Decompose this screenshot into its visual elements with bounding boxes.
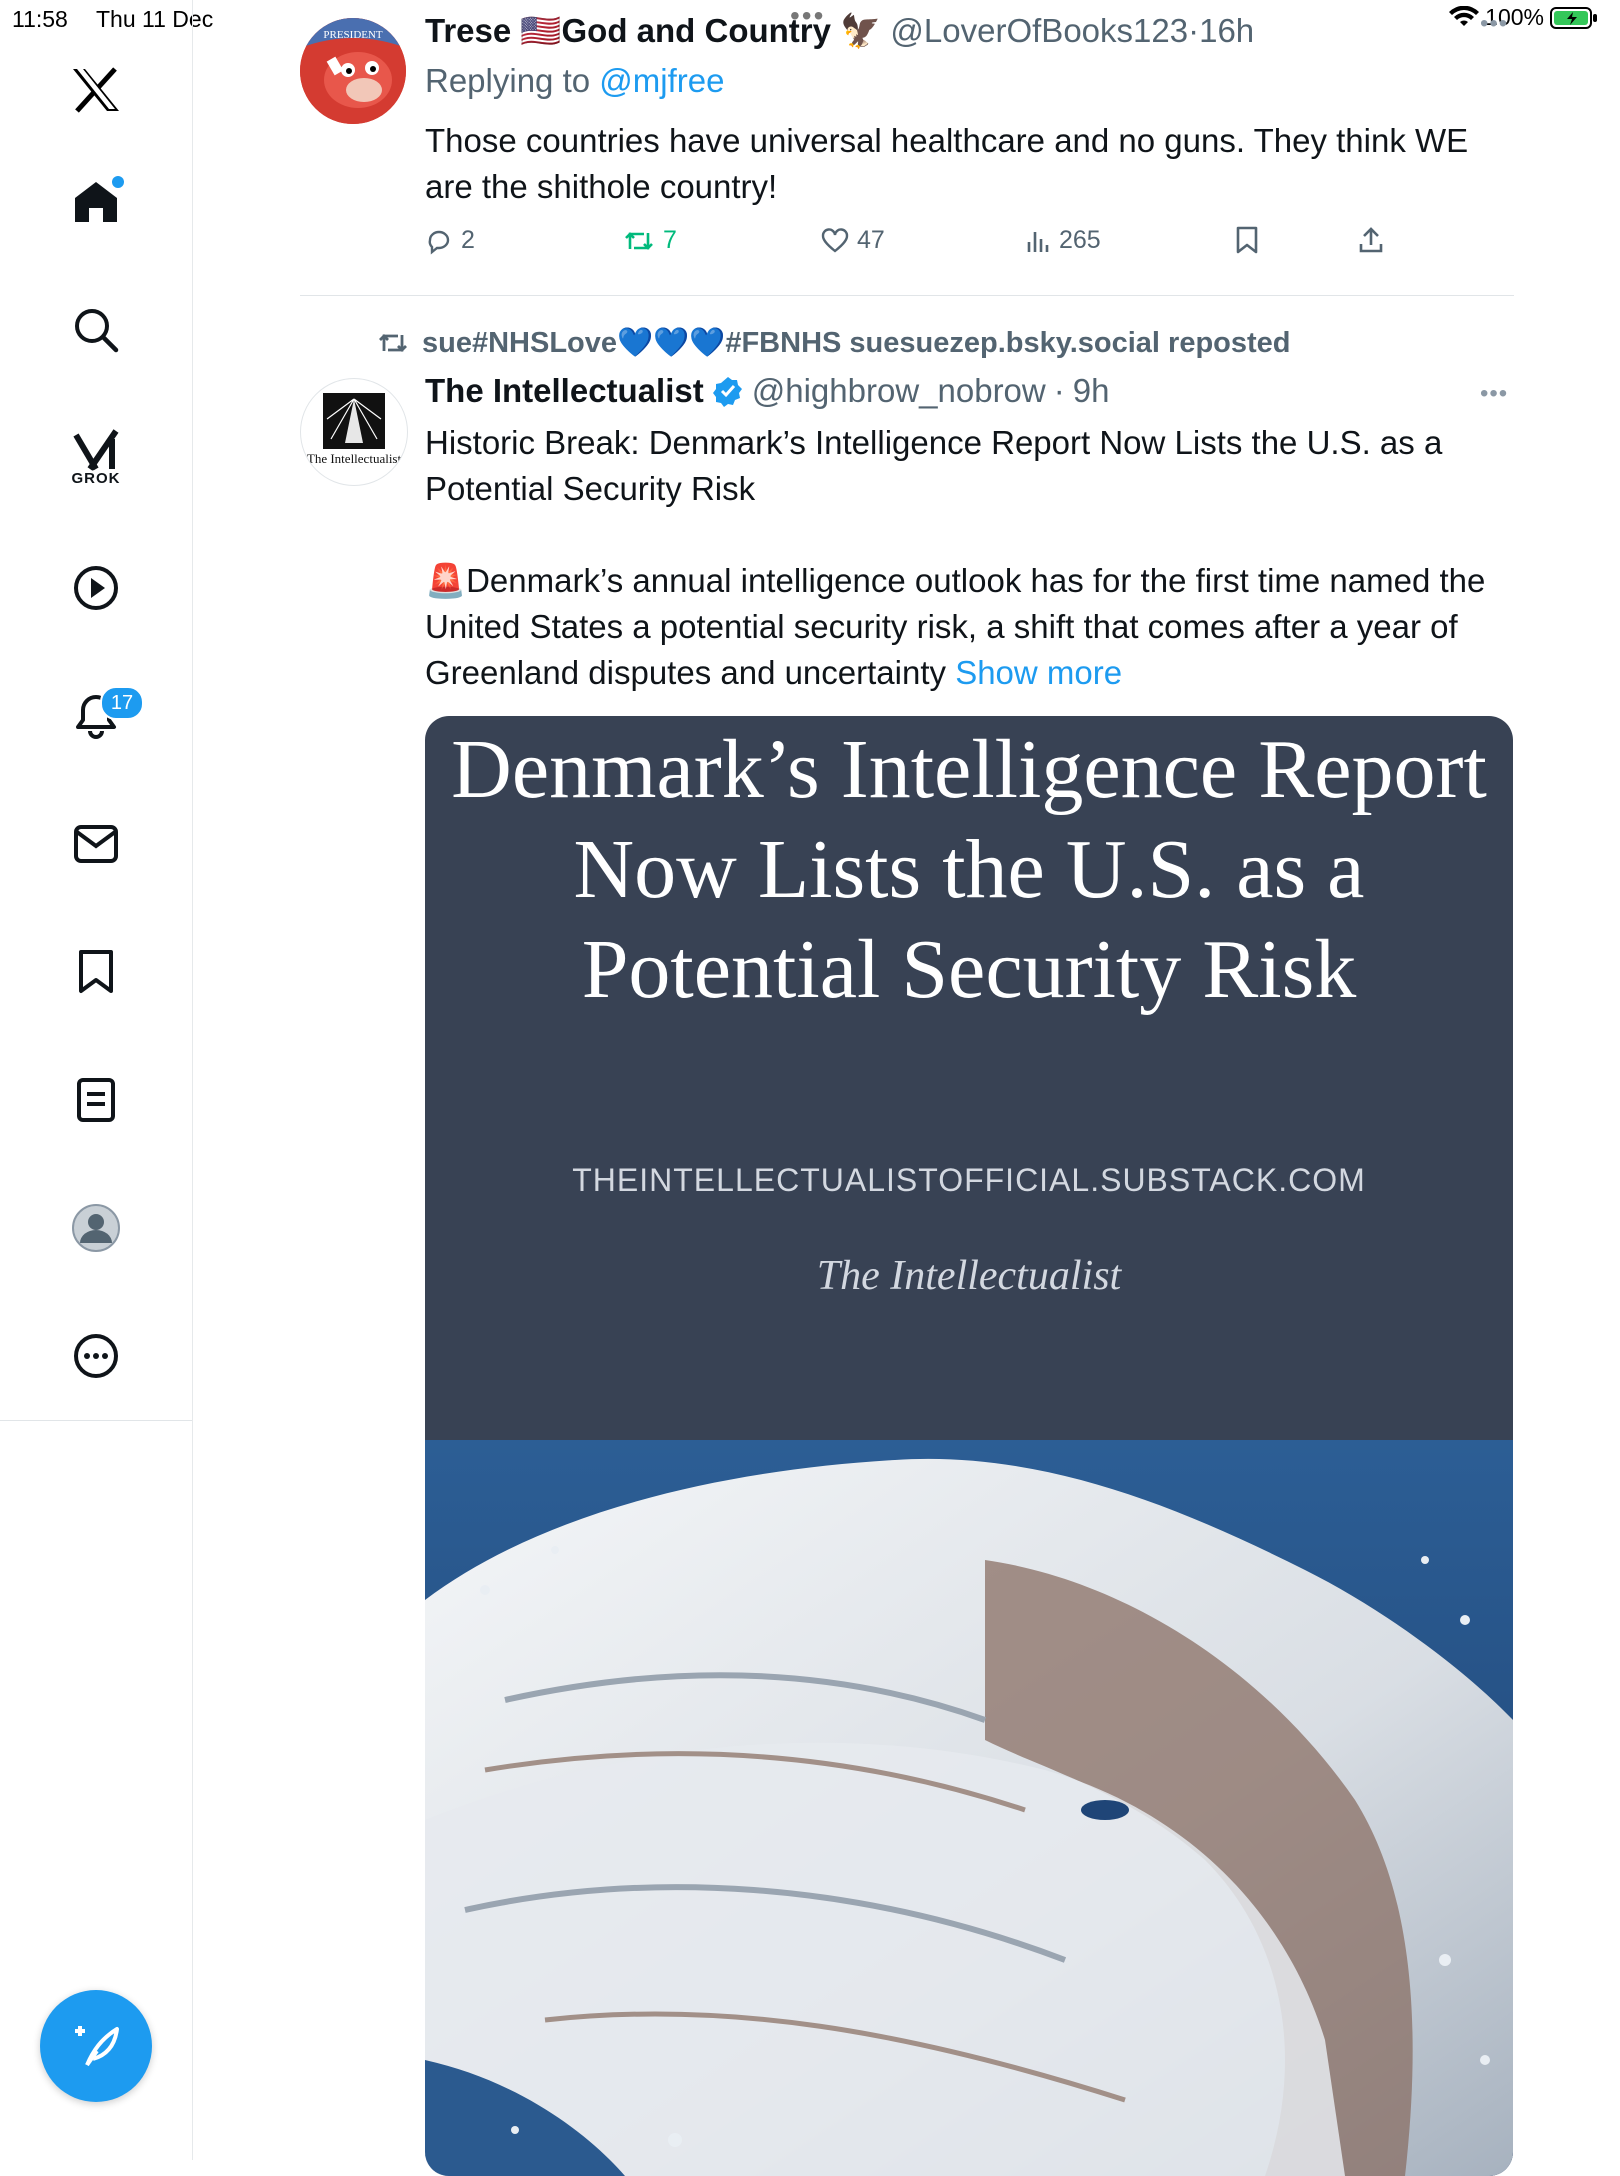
- messages-icon[interactable]: [48, 804, 144, 884]
- tweet1-time[interactable]: 16h: [1199, 12, 1254, 49]
- lists-icon[interactable]: [48, 1060, 144, 1140]
- grok-label: GROK: [71, 470, 121, 487]
- views-button[interactable]: 265: [1025, 226, 1101, 255]
- tweet1-more-icon[interactable]: •••: [1480, 10, 1508, 38]
- tweet2-more-icon[interactable]: •••: [1480, 380, 1508, 408]
- tweet2-time[interactable]: 9h: [1073, 372, 1110, 410]
- notifications-badge: 17: [100, 686, 144, 720]
- tweet2-avatar-text: The Intellectualist: [307, 451, 402, 466]
- views-count: 265: [1059, 226, 1101, 254]
- repost-context: sue#NHSLove💙💙💙#FBNHS suesuezep.bsky.soci…: [376, 326, 1291, 360]
- search-icon[interactable]: [48, 290, 144, 370]
- show-more-link[interactable]: Show more: [955, 654, 1122, 691]
- tweet2-author-name[interactable]: The Intellectualist: [425, 372, 704, 410]
- replying-prefix: Replying to: [425, 62, 600, 99]
- heart-icon: [821, 227, 849, 253]
- sidebar-divider: [0, 1420, 192, 1421]
- verified-badge-icon: [712, 377, 742, 407]
- compose-button[interactable]: [40, 1990, 152, 2102]
- grok-icon[interactable]: GROK: [48, 418, 144, 498]
- notifications-icon[interactable]: 17: [48, 676, 144, 756]
- reply-count: 2: [461, 226, 475, 254]
- media-site: THEINTELLECTUALISTOFFICIAL.SUBSTACK.COM: [572, 1162, 1366, 1198]
- repost-context-text[interactable]: sue#NHSLove💙💙💙#FBNHS suesuezep.bsky.soci…: [422, 326, 1291, 360]
- bookmark-button[interactable]: [1235, 226, 1259, 254]
- eagle-emoji-icon: 🦅: [840, 12, 882, 49]
- like-button[interactable]: 47: [821, 226, 885, 255]
- compose-feather-icon: [75, 2026, 119, 2067]
- tweet2-media[interactable]: Denmark’s Intelligence Report Now Lists …: [425, 716, 1513, 2176]
- video-icon[interactable]: [48, 548, 144, 628]
- repost-button[interactable]: 7: [623, 226, 677, 255]
- like-count: 47: [857, 226, 885, 254]
- tweet1-avatar-text: PRESIDENT: [323, 29, 383, 41]
- tweet1-replying: Replying to @mjfree: [425, 62, 724, 100]
- replying-to-link[interactable]: @mjfree: [599, 62, 724, 99]
- tweet1-handle[interactable]: @LoverOfBooks123: [890, 12, 1188, 49]
- new-content-dot: [112, 176, 124, 188]
- more-icon[interactable]: [48, 1316, 144, 1396]
- tweet1-header: Trese 🇺🇸God and Country 🦅 @LoverOfBooks1…: [425, 12, 1255, 49]
- share-button[interactable]: [1358, 226, 1384, 254]
- reply-button[interactable]: 2: [425, 226, 475, 255]
- tweet1-text: Those countries have universal healthcar…: [425, 122, 1469, 205]
- profile-avatar-icon[interactable]: [48, 1188, 144, 1268]
- x-logo-icon[interactable]: [48, 50, 144, 130]
- tweet2-text-1: Historic Break: Denmark’s Intelligence R…: [425, 424, 1443, 507]
- reply-icon: [428, 230, 450, 254]
- views-icon: [1027, 231, 1049, 252]
- home-icon[interactable]: [48, 162, 144, 242]
- share-icon: [1359, 227, 1383, 253]
- tweet2-header: The Intellectualist @highbrow_nobrow · 9h: [425, 372, 1110, 410]
- bookmarks-icon[interactable]: [48, 932, 144, 1012]
- repost-icon: [625, 231, 653, 250]
- tweet-separator: [300, 295, 1514, 296]
- sidebar: GROK 17: [0, 0, 193, 2160]
- media-brand: The Intellectualist: [816, 1253, 1122, 1299]
- media-headline: Denmark’s Intelligence Report Now Lists …: [451, 723, 1487, 1016]
- bookmark-icon: [1236, 226, 1258, 254]
- tweet1-author-name[interactable]: Trese 🇺🇸God and Country: [425, 12, 831, 49]
- tweet2-handle[interactable]: @highbrow_nobrow: [752, 372, 1046, 410]
- greenland-aerial-photo: [425, 1440, 1513, 2176]
- repost-count: 7: [663, 226, 677, 254]
- tweet2-avatar[interactable]: The Intellectualist: [300, 378, 408, 486]
- tweet2-text-2: 🚨Denmark’s annual intelligence outlook h…: [425, 558, 1515, 696]
- tweet1-avatar[interactable]: PRESIDENT: [300, 18, 406, 124]
- reposted-icon: [379, 334, 407, 352]
